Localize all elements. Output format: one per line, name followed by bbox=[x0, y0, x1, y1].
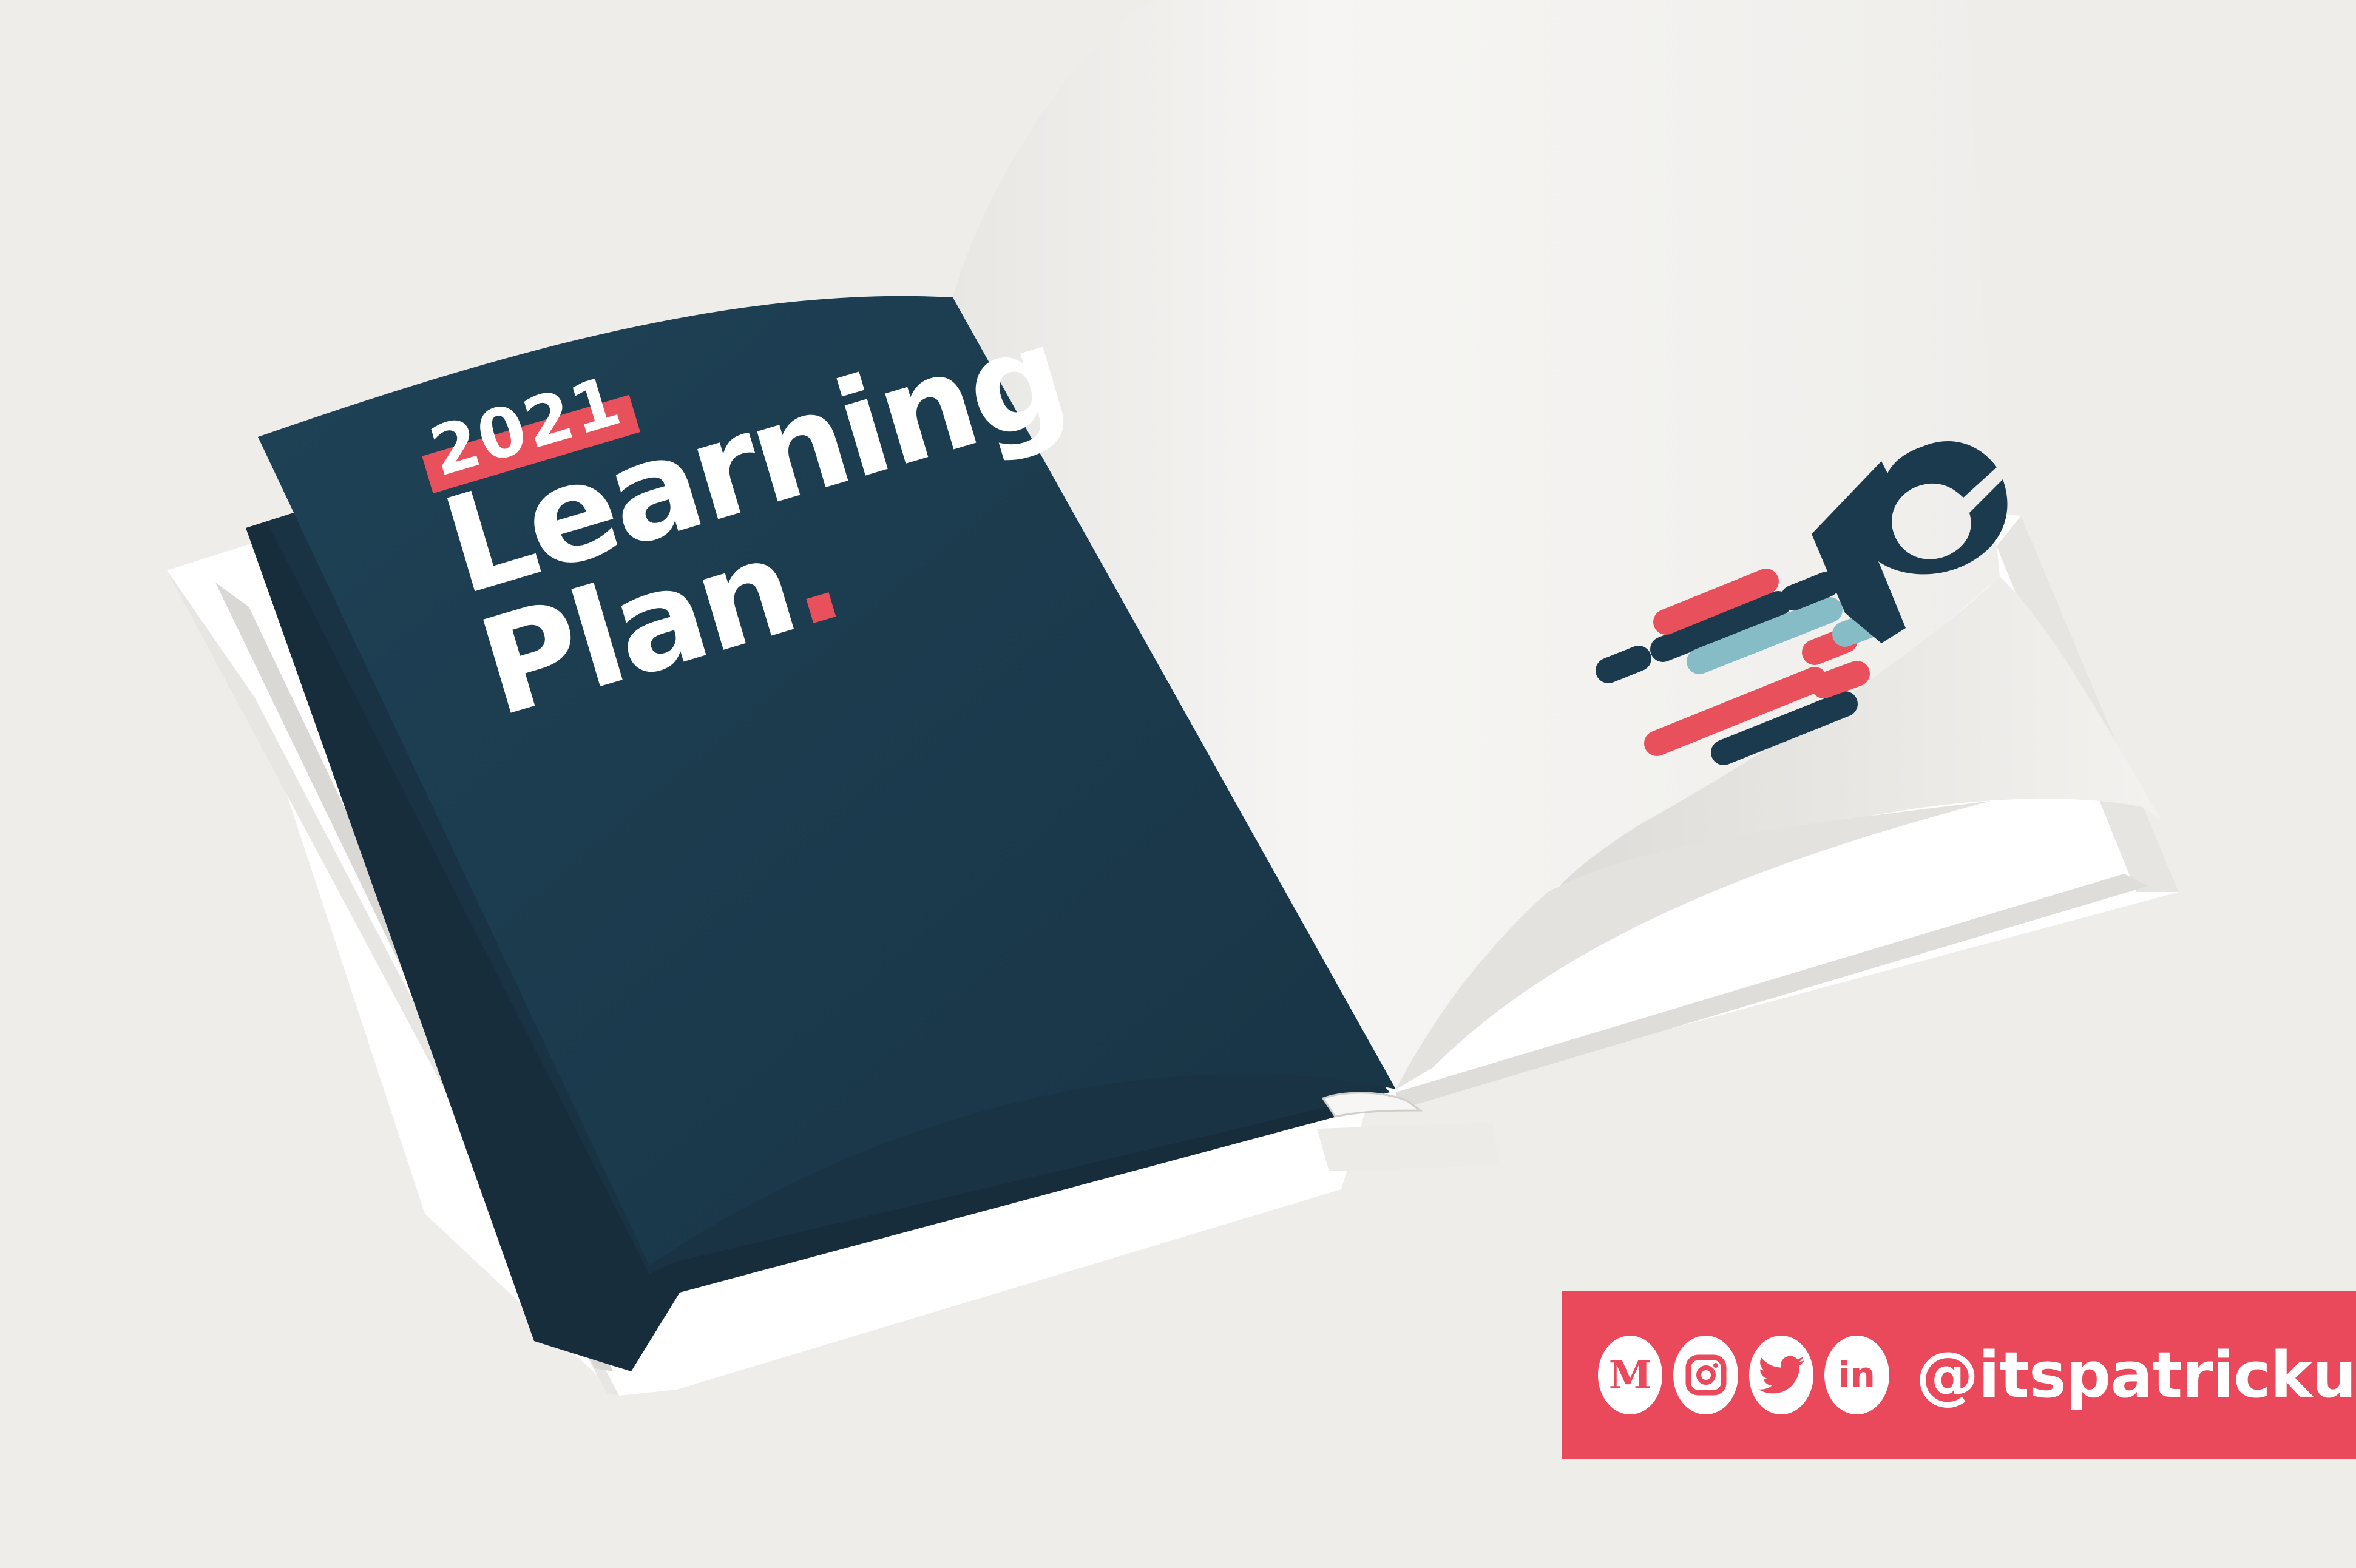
logo-stripe bbox=[1596, 646, 1651, 683]
medium-icon[interactable]: M bbox=[1598, 1336, 1663, 1414]
instagram-glyph bbox=[1685, 1354, 1727, 1396]
logo-stripe bbox=[1781, 572, 1840, 610]
instagram-icon[interactable] bbox=[1673, 1336, 1738, 1414]
medium-icon-glyph: M bbox=[1608, 1352, 1652, 1398]
linkedin-icon-glyph: in bbox=[1838, 1354, 1875, 1396]
twitter-glyph bbox=[1758, 1356, 1804, 1394]
linkedin-icon[interactable]: in bbox=[1824, 1336, 1889, 1414]
twitter-icon[interactable] bbox=[1748, 1336, 1814, 1414]
social-handle[interactable]: @itspatricku bbox=[1916, 1338, 2356, 1412]
social-banner: M in @itspatricku bbox=[1562, 1291, 2356, 1459]
logo-stripe bbox=[1811, 661, 1870, 698]
